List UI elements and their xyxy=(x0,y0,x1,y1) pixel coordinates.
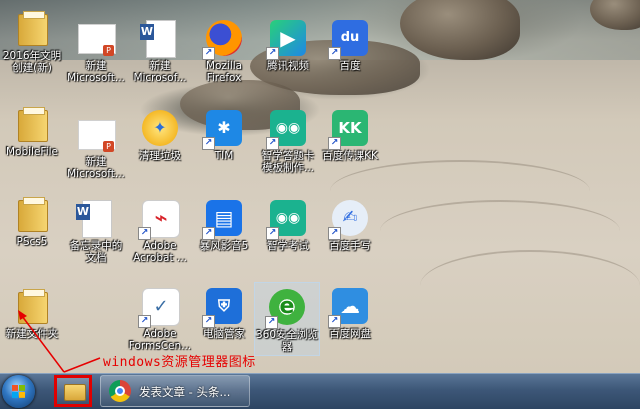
chrome-icon xyxy=(109,380,131,402)
ppt-file-icon: P xyxy=(76,18,116,58)
desktop-icon-folder[interactable]: 2016年文明 创建(新) xyxy=(0,4,64,90)
formscentral-icon: ✓ ↗ xyxy=(138,286,180,328)
desktop-icon-kk[interactable]: KK ↗ 百度传课KK xyxy=(318,104,382,190)
icon-label: 新建 Microsoft... xyxy=(67,60,125,84)
desktop-icon-cleaner[interactable]: ✦ 清理垃圾 xyxy=(128,104,192,190)
desktop-icon-360[interactable]: e ↗ 360安全浏览 器 xyxy=(254,282,320,356)
acrobat-icon: ⌁ ↗ xyxy=(138,198,180,240)
icon-label: Adobe FormsCen... xyxy=(128,328,192,352)
desktop-icon-zhixue[interactable]: ◉◉ ↗ 智学答题卡 模板制作... xyxy=(256,104,320,190)
sand-ripple xyxy=(420,250,640,322)
icon-label: 新建 Microsoft... xyxy=(67,156,125,180)
icon-label: MobileFile xyxy=(5,146,58,158)
baidu-paw-icon: du ↗ xyxy=(328,18,370,60)
desktop-icon-firefox[interactable]: ↗ Mozilla Firefox xyxy=(192,14,256,100)
icon-label: Adobe Acrobat ... xyxy=(133,240,187,264)
icon-label: 新建 Microsof... xyxy=(133,60,187,84)
desktop-icon-tim[interactable]: ✱ ↗ TIM xyxy=(192,104,256,190)
firefox-icon: ↗ xyxy=(202,18,244,60)
ppt-file-icon: P xyxy=(76,114,116,154)
desktop-icon-baofeng[interactable]: ▤ ↗ 暴风影音5 xyxy=(192,194,256,280)
baofeng-icon: ▤ ↗ xyxy=(202,198,244,240)
folder-icon xyxy=(12,104,52,144)
windows-explorer-taskbar-button[interactable] xyxy=(54,375,92,407)
desktop-icon-baidu-handwrite[interactable]: ✍ ↗ 百度手写 xyxy=(318,194,382,280)
icon-label: 新建文件夹 xyxy=(5,328,59,340)
folder-icon xyxy=(64,384,86,401)
desktop-icon-tencent-video[interactable]: ▶ ↗ 腾讯视频 xyxy=(256,14,320,100)
desktop-icon-acrobat[interactable]: ⌁ ↗ Adobe Acrobat ... xyxy=(128,194,192,280)
tencent-video-icon: ▶ ↗ xyxy=(266,18,308,60)
icon-label: 百度 xyxy=(339,60,361,72)
icon-label: 暴风影音5 xyxy=(199,240,249,252)
annotation-label: windows资源管理器图标 xyxy=(103,355,256,370)
owl-icon: ◉◉ ↗ xyxy=(266,198,308,240)
icon-label: 备忘录中的 文档 xyxy=(69,240,123,264)
desktop-icon-zhixue[interactable]: ◉◉ ↗ 智学考试 xyxy=(256,194,320,280)
chrome-taskbar-button[interactable]: 发表文章 - 头条... xyxy=(100,375,250,407)
icon-label: 电脑管家 xyxy=(203,328,245,340)
desktop-icon-baidu[interactable]: du ↗ 百度 xyxy=(318,14,382,100)
folder-icon xyxy=(12,286,52,326)
kk-icon: KK ↗ xyxy=(328,108,370,150)
cloud-icon: ☁ ↗ xyxy=(328,286,370,328)
handwrite-icon: ✍ ↗ xyxy=(328,198,370,240)
icon-label: 百度传课KK xyxy=(322,150,378,162)
desktop-icon-ppt[interactable]: P 新建 Microsoft... xyxy=(64,110,128,196)
desktop[interactable]: 2016年文明 创建(新) MobileFile PScs5 新建文件夹 P 新… xyxy=(0,0,640,373)
icon-label: Mozilla Firefox xyxy=(205,60,243,84)
icon-label: 百度手写 xyxy=(329,240,371,252)
folder-icon xyxy=(12,8,52,48)
broom-icon: ✦ xyxy=(140,108,180,148)
desktop-icon-ppt[interactable]: P 新建 Microsoft... xyxy=(64,14,128,100)
word-doc-icon: W xyxy=(140,18,180,58)
desktop-icon-folder[interactable]: 新建文件夹 xyxy=(0,282,64,368)
icon-label: PScs5 xyxy=(16,236,48,248)
word-doc-icon: W xyxy=(76,198,116,238)
icon-label: 360安全浏览 器 xyxy=(255,329,319,353)
desktop-icon-baidupan[interactable]: ☁ ↗ 百度网盘 xyxy=(318,282,382,368)
desktop-icon-folder[interactable]: MobileFile xyxy=(0,100,64,186)
taskbar: 发表文章 - 头条... xyxy=(0,373,640,409)
desktop-icon-word[interactable]: W 备忘录中的 文档 xyxy=(64,194,128,280)
tim-icon: ✱ ↗ xyxy=(202,108,244,150)
folder-icon xyxy=(12,194,52,234)
start-button[interactable] xyxy=(2,375,35,408)
360-browser-icon: e ↗ xyxy=(265,287,307,329)
owl-icon: ◉◉ ↗ xyxy=(266,108,308,150)
icon-label: 2016年文明 创建(新) xyxy=(2,50,62,74)
icon-label: 清理垃圾 xyxy=(139,150,181,162)
icon-label: 百度网盘 xyxy=(329,328,371,340)
desktop-icon-word[interactable]: W 新建 Microsof... xyxy=(128,14,192,100)
shield-icon: ⛨ ↗ xyxy=(202,286,244,328)
icon-label: TIM xyxy=(214,150,234,162)
window-title: 发表文章 - 头条... xyxy=(139,385,231,399)
desktop-icon-folder[interactable]: PScs5 xyxy=(0,190,64,276)
